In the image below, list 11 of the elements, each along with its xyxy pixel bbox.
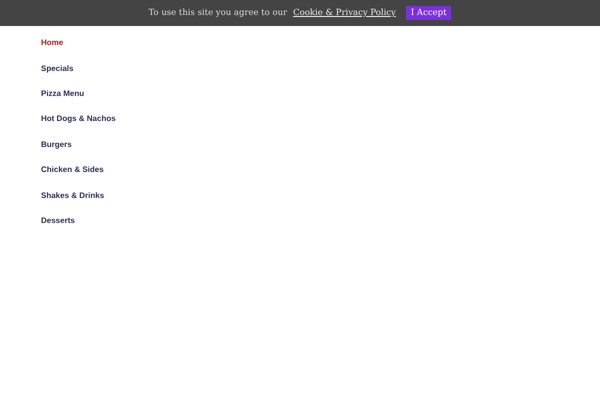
menu-item[interactable]: Hot Dogs & Nachos bbox=[41, 106, 116, 132]
menu-item[interactable]: Home bbox=[41, 30, 64, 56]
menu-item[interactable]: Burgers bbox=[41, 132, 72, 157]
cookie-message: To use this site you agree to our bbox=[148, 8, 288, 18]
menu-item[interactable]: Desserts bbox=[41, 208, 75, 234]
menu-item[interactable]: Pizza Menu bbox=[41, 80, 84, 106]
accept-button[interactable]: I Accept bbox=[406, 6, 452, 20]
menu-item[interactable]: Chicken & Sides bbox=[41, 156, 104, 182]
menu-item[interactable]: Shakes & Drinks bbox=[41, 182, 104, 208]
menu-item[interactable]: Specials bbox=[41, 55, 74, 81]
privacy-policy-link[interactable]: Cookie & Privacy Policy bbox=[293, 8, 396, 18]
